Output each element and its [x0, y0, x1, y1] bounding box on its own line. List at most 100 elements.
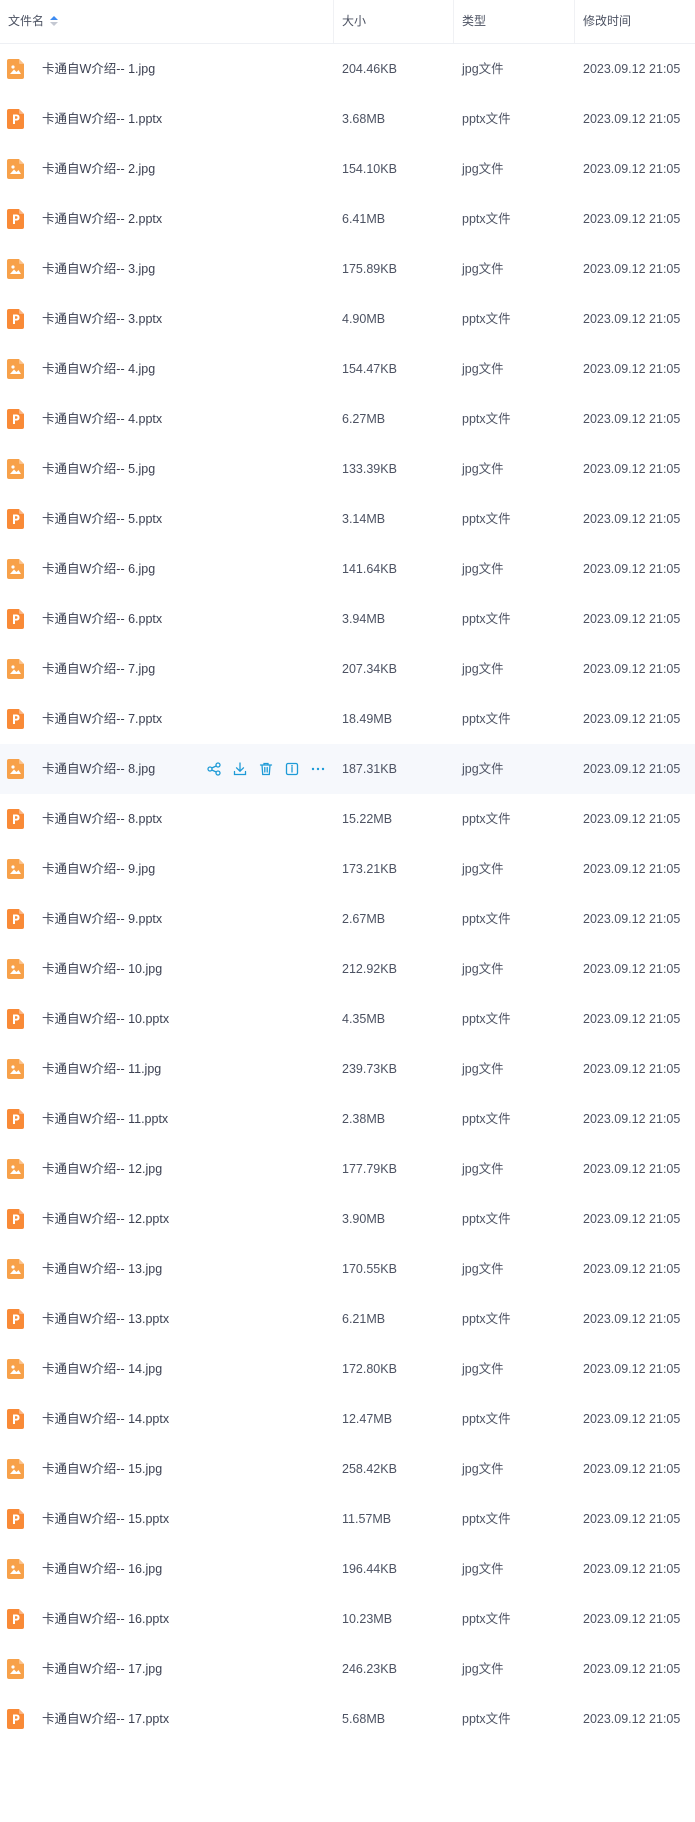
file-name[interactable]: 卡通自W介绍-- 10.pptx [42, 994, 169, 1044]
file-row[interactable]: 卡通自W介绍-- 13.jpg 170.55KB jpg文件 2023.09.12 2… [0, 1244, 695, 1294]
file-row[interactable]: 卡通自W介绍-- 16.jpg 196.44KB jpg文件 2023.09.12 2… [0, 1544, 695, 1594]
file-row[interactable]: 卡通自W介绍-- 5.jpg 133.39KB jpg文件 2023.09.12 21… [0, 444, 695, 494]
file-size: 154.47KB [342, 362, 397, 376]
file-name[interactable]: 卡通自W介绍-- 11.jpg [42, 1044, 161, 1094]
file-row[interactable]: 卡通自W介绍-- 11.pptx 2.38MB pptx文件 2023.09.12 2… [0, 1094, 695, 1144]
file-row[interactable]: 卡通自W介绍-- 8.pptx 15.22MB pptx文件 2023.09.12 2… [0, 794, 695, 844]
file-row[interactable]: 卡通自W介绍-- 13.pptx 6.21MB pptx文件 2023.09.12 2… [0, 1294, 695, 1344]
file-row[interactable]: 卡通自W介绍-- 7.jpg 207.34KB jpg文件 2023.09.12 21… [0, 644, 695, 694]
file-row[interactable]: 卡通自W介绍-- 6.pptx 3.94MB pptx文件 2023.09.12 21… [0, 594, 695, 644]
file-type: pptx文件 [462, 212, 511, 226]
file-row[interactable]: 卡通自W介绍-- 5.pptx 3.14MB pptx文件 2023.09.12 21… [0, 494, 695, 544]
file-row[interactable]: 卡通自W介绍-- 9.pptx 2.67MB pptx文件 2023.09.12 21… [0, 894, 695, 944]
file-row[interactable]: 卡通自W介绍-- 14.jpg 172.80KB jpg文件 2023.09.12 2… [0, 1344, 695, 1394]
file-row[interactable]: 卡通自W介绍-- 17.pptx 5.68MB pptx文件 2023.09.12 2… [0, 1694, 695, 1744]
image-file-icon [7, 1459, 24, 1479]
file-modified-time: 2023.09.12 21:05 [583, 1212, 681, 1226]
ppt-file-icon [7, 1109, 24, 1129]
file-name[interactable]: 卡通自W介绍-- 16.jpg [42, 1544, 162, 1594]
file-row[interactable]: 卡通自W介绍-- 2.pptx 6.41MB pptx文件 2023.09.12 21… [0, 194, 695, 244]
file-name[interactable]: 卡通自W介绍-- 12.jpg [42, 1144, 162, 1194]
file-name[interactable]: 卡通自W介绍-- 5.pptx [42, 494, 162, 544]
file-name[interactable]: 卡通自W介绍-- 13.pptx [42, 1294, 169, 1344]
file-name[interactable]: 卡通自W介绍-- 5.jpg [42, 444, 155, 494]
file-row[interactable]: 卡通自W介绍-- 9.jpg 173.21KB jpg文件 2023.09.12 21… [0, 844, 695, 894]
file-name[interactable]: 卡通自W介绍-- 14.jpg [42, 1344, 162, 1394]
file-row[interactable]: 卡通自W介绍-- 15.jpg 258.42KB jpg文件 2023.09.12 2… [0, 1444, 695, 1494]
file-name[interactable]: 卡通自W介绍-- 9.jpg [42, 844, 155, 894]
file-row[interactable]: 卡通自W介绍-- 1.pptx 3.68MB pptx文件 2023.09.12 21… [0, 94, 695, 144]
file-name[interactable]: 卡通自W介绍-- 17.jpg [42, 1644, 162, 1694]
file-name[interactable]: 卡通自W介绍-- 16.pptx [42, 1594, 169, 1644]
delete-icon[interactable] [258, 761, 274, 777]
file-name[interactable]: 卡通自W介绍-- 11.pptx [42, 1094, 168, 1144]
file-name[interactable]: 卡通自W介绍-- 7.jpg [42, 644, 155, 694]
file-name[interactable]: 卡通自W介绍-- 2.pptx [42, 194, 162, 244]
file-row[interactable]: 卡通自W介绍-- 6.jpg 141.64KB jpg文件 2023.09.12 21… [0, 544, 695, 594]
info-icon[interactable] [284, 761, 300, 777]
column-header-name[interactable]: 文件名 [0, 0, 333, 43]
file-size: 204.46KB [342, 62, 397, 76]
file-row[interactable]: 卡通自W介绍-- 16.pptx 10.23MB pptx文件 2023.09.12 … [0, 1594, 695, 1644]
file-name[interactable]: 卡通自W介绍-- 15.pptx [42, 1494, 169, 1544]
file-row[interactable]: 卡通自W介绍-- 7.pptx 18.49MB pptx文件 2023.09.12 2… [0, 694, 695, 744]
file-modified-time: 2023.09.12 21:05 [583, 1712, 681, 1726]
ppt-file-icon [7, 109, 24, 129]
file-name[interactable]: 卡通自W介绍-- 6.jpg [42, 544, 155, 594]
file-row[interactable]: 卡通自W介绍-- 15.pptx 11.57MB pptx文件 2023.09.12 … [0, 1494, 695, 1544]
file-name[interactable]: 卡通自W介绍-- 9.pptx [42, 894, 162, 944]
file-name[interactable]: 卡通自W介绍-- 7.pptx [42, 694, 162, 744]
file-row[interactable]: 卡通自W介绍-- 3.pptx 4.90MB pptx文件 2023.09.12 21… [0, 294, 695, 344]
file-size: 11.57MB [342, 1512, 392, 1526]
file-name[interactable]: 卡通自W介绍-- 15.jpg [42, 1444, 162, 1494]
file-name[interactable]: 卡通自W介绍-- 2.jpg [42, 144, 155, 194]
file-modified-time: 2023.09.12 21:05 [583, 462, 681, 476]
file-row[interactable]: 卡通自W介绍-- 14.pptx 12.47MB pptx文件 2023.09.12 … [0, 1394, 695, 1444]
file-row[interactable]: 卡通自W介绍-- 11.jpg 239.73KB jpg文件 2023.09.12 2… [0, 1044, 695, 1094]
file-type: jpg文件 [462, 562, 504, 576]
file-row[interactable]: 卡通自W介绍-- 1.jpg 204.46KB jpg文件 2023.09.12 21… [0, 44, 695, 94]
file-row[interactable]: 卡通自W介绍-- 17.jpg 246.23KB jpg文件 2023.09.12 2… [0, 1644, 695, 1694]
sort-icon[interactable] [50, 16, 59, 26]
file-size: 3.90MB [342, 1212, 386, 1226]
file-row[interactable]: 卡通自W介绍-- 4.jpg 154.47KB jpg文件 2023.09.12 21… [0, 344, 695, 394]
file-name[interactable]: 卡通自W介绍-- 1.jpg [42, 44, 155, 94]
file-row[interactable]: 卡通自W介绍-- 12.pptx 3.90MB pptx文件 2023.09.12 2… [0, 1194, 695, 1244]
file-row[interactable]: 卡通自W介绍-- 4.pptx 6.27MB pptx文件 2023.09.12 21… [0, 394, 695, 444]
file-row[interactable]: 卡通自W介绍-- 8.jpg 187.31KB jpg文件 2023.09.12 21… [0, 744, 695, 794]
image-file-icon [7, 59, 24, 79]
column-header-time[interactable]: 修改时间 [574, 0, 695, 43]
file-size: 177.79KB [342, 1162, 397, 1176]
file-name[interactable]: 卡通自W介绍-- 3.jpg [42, 244, 155, 294]
file-name[interactable]: 卡通自W介绍-- 13.jpg [42, 1244, 162, 1294]
more-icon[interactable] [310, 761, 326, 777]
image-file-icon [7, 1559, 24, 1579]
file-row[interactable]: 卡通自W介绍-- 3.jpg 175.89KB jpg文件 2023.09.12 21… [0, 244, 695, 294]
file-type: pptx文件 [462, 1512, 511, 1526]
file-size: 207.34KB [342, 662, 397, 676]
column-header-size[interactable]: 大小 [333, 0, 453, 43]
file-row[interactable]: 卡通自W介绍-- 10.jpg 212.92KB jpg文件 2023.09.12 2… [0, 944, 695, 994]
file-name[interactable]: 卡通自W介绍-- 14.pptx [42, 1394, 169, 1444]
image-file-icon [7, 459, 24, 479]
file-name[interactable]: 卡通自W介绍-- 4.pptx [42, 394, 162, 444]
column-header-type[interactable]: 类型 [453, 0, 574, 43]
file-name[interactable]: 卡通自W介绍-- 17.pptx [42, 1694, 169, 1744]
file-modified-time: 2023.09.12 21:05 [583, 162, 681, 176]
file-name[interactable]: 卡通自W介绍-- 6.pptx [42, 594, 162, 644]
file-type: jpg文件 [462, 762, 504, 776]
file-name[interactable]: 卡通自W介绍-- 3.pptx [42, 294, 162, 344]
file-name[interactable]: 卡通自W介绍-- 8.jpg [42, 744, 155, 794]
file-modified-time: 2023.09.12 21:05 [583, 412, 681, 426]
file-row[interactable]: 卡通自W介绍-- 10.pptx 4.35MB pptx文件 2023.09.12 2… [0, 994, 695, 1044]
share-icon[interactable] [206, 761, 222, 777]
file-name[interactable]: 卡通自W介绍-- 10.jpg [42, 944, 162, 994]
file-name[interactable]: 卡通自W介绍-- 4.jpg [42, 344, 155, 394]
file-row[interactable]: 卡通自W介绍-- 2.jpg 154.10KB jpg文件 2023.09.12 21… [0, 144, 695, 194]
download-icon[interactable] [232, 761, 248, 777]
file-name[interactable]: 卡通自W介绍-- 8.pptx [42, 794, 162, 844]
file-name[interactable]: 卡通自W介绍-- 1.pptx [42, 94, 162, 144]
file-name[interactable]: 卡通自W介绍-- 12.pptx [42, 1194, 169, 1244]
file-modified-time: 2023.09.12 21:05 [583, 862, 681, 876]
file-row[interactable]: 卡通自W介绍-- 12.jpg 177.79KB jpg文件 2023.09.12 2… [0, 1144, 695, 1194]
